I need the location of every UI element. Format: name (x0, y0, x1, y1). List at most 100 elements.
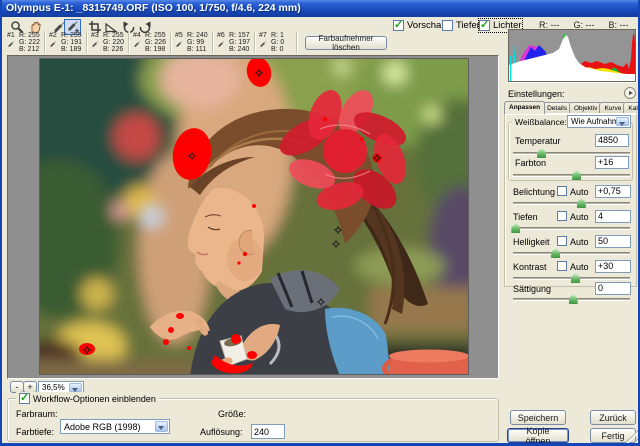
contrast-auto-checkbox[interactable] (557, 261, 567, 271)
settings-menu-button[interactable] (624, 87, 636, 99)
chevron-down-icon[interactable] (155, 421, 168, 432)
workflow-options-checkbox[interactable]: Workflow-Optionen einblenden (16, 392, 159, 405)
slider-thumb[interactable] (577, 198, 586, 208)
sampler-readout-6: #6 R: 157G: 197B: 240 (214, 31, 255, 53)
colorspace-value: Adobe RGB (1998) (64, 422, 141, 432)
adjust-tab-page: Weißbalance: Wie Aufnahme Temperatur 485… (504, 113, 637, 287)
white-balance-label: Weißbalance: (512, 117, 570, 127)
sampler-readout-3: #3 R: 255G: 220B: 226 (88, 31, 129, 53)
sampler-id: #5 (175, 32, 183, 39)
sampler-b: B: 198 (145, 46, 166, 53)
sampler-b: B: 240 (229, 46, 250, 53)
tint-label: Farbton (515, 158, 546, 168)
sampler-id: #1 (7, 32, 15, 39)
sampler-b: B: 226 (103, 46, 124, 53)
sampler-id: #6 (217, 32, 225, 39)
sampler-readout-2: #2 R: 255G: 191B: 189 (46, 31, 87, 53)
clear-samplers-button[interactable]: Farbaufnehmer löschen (305, 36, 387, 50)
chevron-down-icon[interactable] (616, 117, 629, 126)
eyedropper-icon (259, 40, 267, 48)
preview-checkbox[interactable]: Vorschau (393, 19, 447, 32)
exposure-value[interactable]: +0,75 (595, 185, 631, 198)
settings-label: Einstellungen: (508, 89, 565, 99)
sampler-b: B: 212 (19, 46, 40, 53)
sampler-readout-1: #1 R: 255G: 222B: 212 (4, 31, 45, 53)
sampler-r: R: 255 (61, 32, 82, 39)
brightness-auto-checkbox[interactable] (557, 236, 567, 246)
histogram-plot (509, 30, 635, 81)
sampler-id: #3 (91, 32, 99, 39)
sampler-id: #4 (133, 32, 141, 39)
brightness-value[interactable]: 50 (595, 235, 631, 248)
exposure-auto-checkbox[interactable] (557, 186, 567, 196)
sampler-readout-5: #5 R: 240G: 99B: 111 (172, 31, 213, 53)
sampler-id: #7 (259, 32, 267, 39)
resolution-label: Auflösung: (200, 427, 243, 437)
eyedropper-icon (133, 40, 141, 48)
contrast-value[interactable]: +30 (595, 260, 631, 273)
white-balance-select[interactable]: Wie Aufnahme (567, 115, 631, 128)
exposure-slider[interactable] (513, 202, 630, 205)
saturation-slider[interactable] (513, 298, 630, 301)
shadows-label: Tiefen (513, 212, 538, 222)
sampler-b: B: 111 (187, 46, 208, 53)
preview-image[interactable] (39, 58, 469, 375)
saturation-value[interactable]: 0 (595, 282, 631, 295)
exposure-label: Belichtung (513, 187, 555, 197)
slider-thumb[interactable] (511, 223, 520, 233)
preview-checkbox-label: Vorschau (407, 20, 447, 31)
eyedropper-icon (175, 40, 183, 48)
resolution-input[interactable] (251, 424, 285, 439)
title-bar[interactable]: Olympus E-1: _8315749.ORF (ISO 100, 1/75… (0, 0, 640, 17)
temperature-label: Temperatur (515, 136, 561, 146)
save-button[interactable]: Speichern (510, 410, 566, 425)
sampler-r: R: 255 (19, 32, 40, 39)
saturation-label: Sättigung (513, 284, 551, 294)
sampler-g: G: 99 (187, 39, 208, 46)
sampler-r: R: 240 (187, 32, 208, 39)
highlights-checkbox-box[interactable] (479, 20, 490, 31)
slider-thumb[interactable] (571, 273, 580, 283)
shadows-auto-checkbox[interactable] (557, 211, 567, 221)
sampler-b: B: 0 (271, 46, 284, 53)
sampler-r: R: 255 (145, 32, 166, 39)
shadows-slider[interactable] (513, 227, 630, 230)
eyedropper-icon (49, 40, 57, 48)
temperature-value[interactable]: 4850 (595, 134, 629, 147)
workflow-options-checkbox-box[interactable] (19, 393, 30, 404)
temperature-slider[interactable] (513, 152, 630, 155)
auto-label: Auto (570, 187, 589, 197)
slider-thumb[interactable] (569, 294, 578, 304)
window-title: Olympus E-1: _8315749.ORF (ISO 100, 1/75… (6, 2, 301, 14)
flyout-arrow-icon (629, 91, 635, 95)
auto-label: Auto (570, 212, 589, 222)
colorspace-label: Farbraum: (16, 409, 58, 419)
sampler-g: G: 0 (271, 39, 284, 46)
shadows-checkbox[interactable]: Tiefen (442, 19, 482, 32)
contrast-slider[interactable] (513, 277, 630, 280)
camera-raw-dialog: Olympus E-1: _8315749.ORF (ISO 100, 1/75… (0, 0, 640, 446)
colorspace-select[interactable]: Adobe RGB (1998) (60, 419, 170, 434)
sampler-g: G: 226 (145, 39, 166, 46)
photo-illustration (40, 59, 469, 375)
slider-thumb[interactable] (551, 248, 560, 258)
tint-value[interactable]: +16 (595, 156, 629, 169)
shadows-value[interactable]: 4 (595, 210, 631, 223)
sampler-readout-4: #4 R: 255G: 226B: 198 (130, 31, 171, 53)
brightness-slider[interactable] (513, 252, 630, 255)
eyedropper-icon (91, 40, 99, 48)
open-copy-button[interactable]: Kopie öffnen (507, 428, 569, 443)
eyedropper-icon (217, 40, 225, 48)
tint-slider[interactable] (513, 174, 630, 177)
sampler-b: B: 189 (61, 46, 82, 53)
sampler-r: R: 157 (229, 32, 250, 39)
sampler-r: R: 255 (103, 32, 124, 39)
cancel-button[interactable]: Zurück (590, 410, 636, 425)
chevron-down-icon[interactable] (69, 383, 82, 392)
preview-checkbox-box[interactable] (393, 20, 404, 31)
zoom-level-value: 36,5% (42, 383, 65, 392)
tab-anpassen[interactable]: Anpassen (504, 101, 545, 114)
histogram (508, 29, 636, 82)
shadows-checkbox-box[interactable] (442, 20, 453, 31)
workflow-options-label: Workflow-Optionen einblenden (33, 394, 156, 404)
